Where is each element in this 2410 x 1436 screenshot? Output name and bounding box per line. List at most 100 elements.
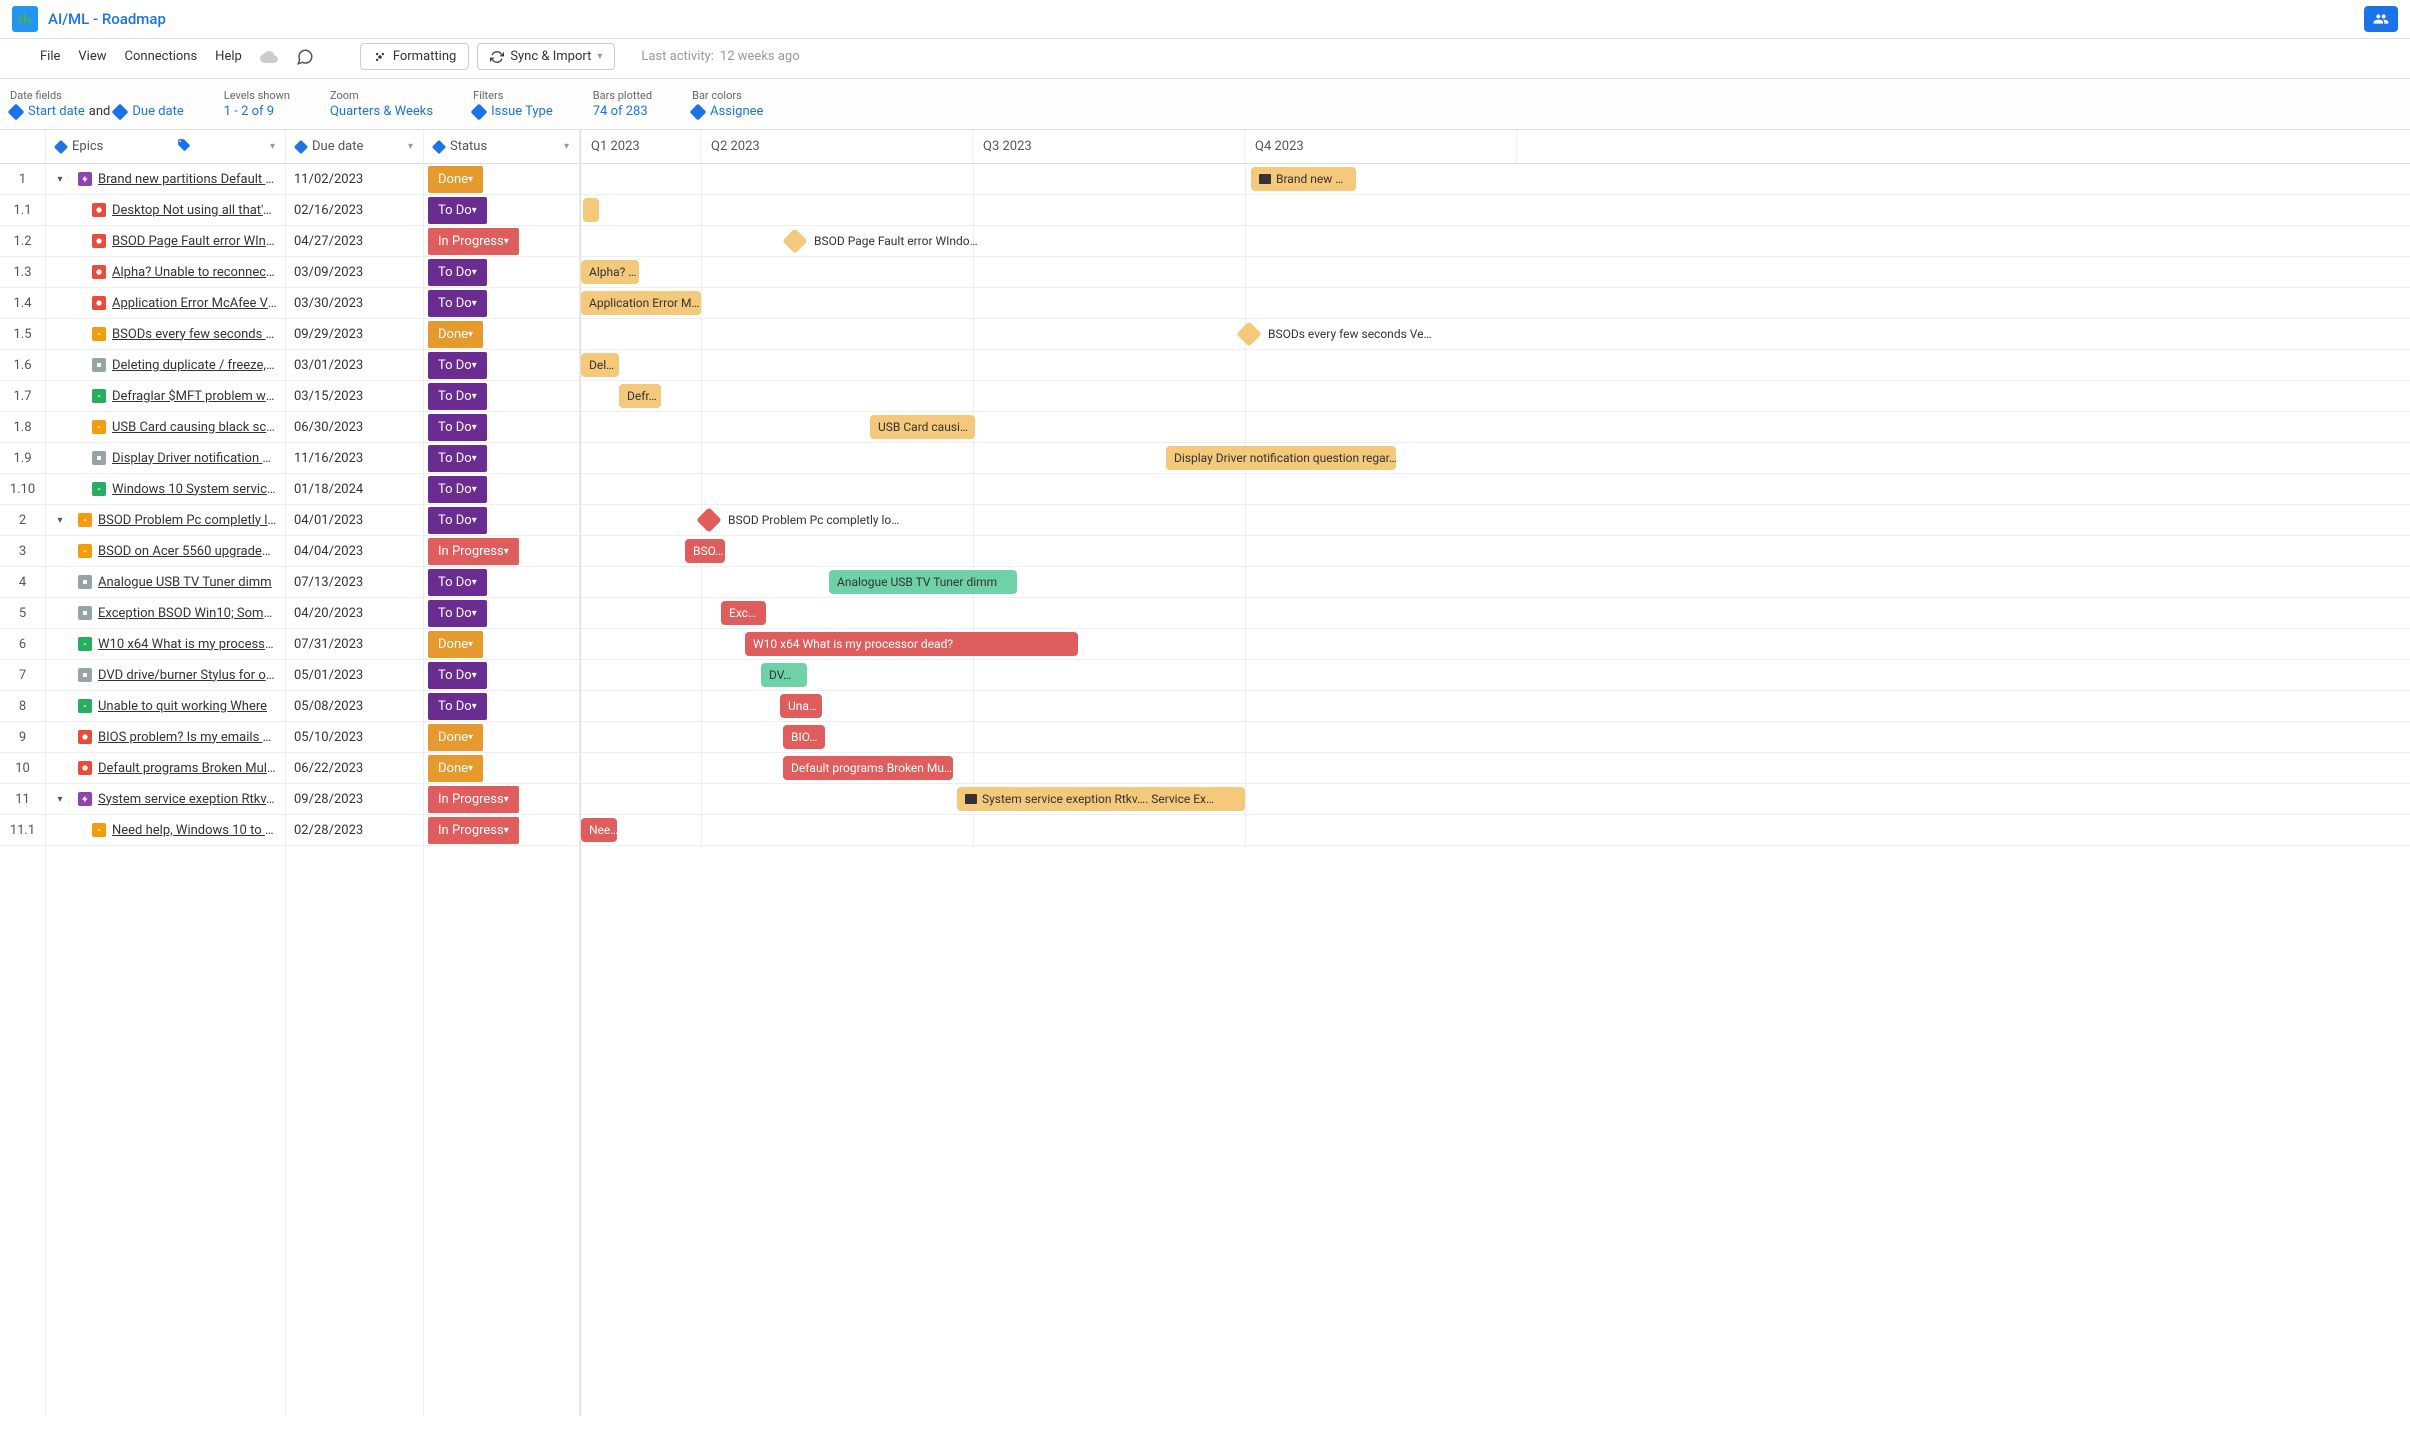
gantt-bar[interactable]: Nee… — [581, 818, 617, 842]
row-number[interactable]: 1.4 — [0, 288, 45, 319]
status-dropdown[interactable]: To Do▾ — [428, 662, 487, 689]
epic-link[interactable]: Need help, Windows 10 to clo… — [112, 823, 277, 838]
due-date-cell[interactable]: 03/30/2023 — [286, 288, 423, 319]
menu-file[interactable]: File — [40, 49, 60, 64]
menu-view[interactable]: View — [78, 49, 106, 64]
epic-link[interactable]: USB Card causing black screen — [112, 420, 277, 435]
status-column-header[interactable]: Status ▾ — [424, 130, 579, 164]
row-number[interactable]: 1.8 — [0, 412, 45, 443]
gantt-bar[interactable]: BSO… — [685, 539, 725, 563]
epic-link[interactable]: BIOS problem? Is my emails No … — [98, 730, 277, 745]
row-number[interactable]: 11 — [0, 784, 45, 815]
status-dropdown[interactable]: To Do▾ — [428, 600, 487, 627]
due-date-cell[interactable]: 03/09/2023 — [286, 257, 423, 288]
sync-import-button[interactable]: Sync & Import ▾ — [477, 43, 615, 70]
config-bars[interactable]: Bars plotted 74 of 283 — [593, 89, 652, 119]
due-date-cell[interactable]: 09/28/2023 — [286, 784, 423, 815]
row-number[interactable]: 9 — [0, 722, 45, 753]
gantt-bar[interactable]: Alpha? … — [581, 260, 639, 284]
formatting-button[interactable]: Formatting — [360, 43, 470, 70]
row-number[interactable]: 8 — [0, 691, 45, 722]
expand-toggle[interactable]: ▾ — [54, 174, 66, 185]
status-dropdown[interactable]: To Do▾ — [428, 569, 487, 596]
epic-link[interactable]: Display Driver notification qu… — [112, 451, 277, 466]
due-date-cell[interactable]: 06/30/2023 — [286, 412, 423, 443]
gantt-bar[interactable]: Defr… — [619, 384, 661, 408]
status-dropdown[interactable]: Done▾ — [428, 631, 483, 658]
due-date-cell[interactable]: 02/16/2023 — [286, 195, 423, 226]
epic-link[interactable]: BSODs every few seconds Ve… — [112, 327, 277, 342]
row-number[interactable]: 1.7 — [0, 381, 45, 412]
due-date-cell[interactable]: 07/13/2023 — [286, 567, 423, 598]
row-number[interactable]: 6 — [0, 629, 45, 660]
gantt-bar[interactable]: Display Driver notification question reg… — [1166, 446, 1396, 470]
gantt-bar[interactable]: Default programs Broken Mu… — [783, 756, 953, 780]
epic-link[interactable]: Desktop Not using all that's i… — [112, 203, 277, 218]
gantt-bar[interactable]: System service exeption Rtkv…. Service E… — [957, 787, 1245, 811]
status-dropdown[interactable]: To Do▾ — [428, 383, 487, 410]
config-zoom[interactable]: Zoom Quarters & Weeks — [330, 89, 433, 119]
config-levels[interactable]: Levels shown 1 - 2 of 9 — [224, 89, 290, 119]
due-date-cell[interactable]: 03/01/2023 — [286, 350, 423, 381]
due-date-cell[interactable]: 02/28/2023 — [286, 815, 423, 846]
due-date-column-header[interactable]: Due date ▾ — [286, 130, 423, 164]
gantt-milestone[interactable] — [1236, 321, 1261, 346]
epic-link[interactable]: Defraglar $MFT problem wit… — [112, 389, 277, 404]
expand-toggle[interactable]: ▾ — [54, 515, 66, 526]
status-dropdown[interactable]: Done▾ — [428, 724, 483, 751]
due-date-cell[interactable]: 09/29/2023 — [286, 319, 423, 350]
epic-link[interactable]: Default programs Broken Multib… — [98, 761, 277, 776]
status-dropdown[interactable]: In Progress▾ — [428, 228, 519, 255]
status-dropdown[interactable]: Done▾ — [428, 166, 483, 193]
status-dropdown[interactable]: In Progress▾ — [428, 538, 519, 565]
row-number[interactable]: 2 — [0, 505, 45, 536]
gantt-bar[interactable]: Application Error M… — [581, 291, 701, 315]
row-number[interactable]: 1.9 — [0, 443, 45, 474]
row-number[interactable]: 1.6 — [0, 350, 45, 381]
status-dropdown[interactable]: To Do▾ — [428, 414, 487, 441]
epic-link[interactable]: Unable to quit working Where — [98, 699, 267, 714]
gantt-bar[interactable]: Del… — [581, 353, 619, 377]
gantt-bar[interactable]: USB Card causi… — [870, 415, 975, 439]
gantt-bar[interactable]: DV… — [761, 663, 807, 687]
epic-link[interactable]: BSOD on Acer 5560 upgrades w… — [98, 544, 277, 559]
gantt-milestone[interactable] — [696, 507, 721, 532]
due-date-cell[interactable]: 04/04/2023 — [286, 536, 423, 567]
gantt-bar[interactable]: W10 x64 What is my processor dead? — [745, 632, 1078, 656]
row-number[interactable]: 11.1 — [0, 815, 45, 846]
epic-link[interactable]: Application Error McAfee VS… — [112, 296, 277, 311]
row-number[interactable]: 4 — [0, 567, 45, 598]
comment-icon[interactable] — [296, 48, 314, 66]
row-number[interactable]: 1.10 — [0, 474, 45, 505]
due-date-cell[interactable]: 07/31/2023 — [286, 629, 423, 660]
gantt-bar[interactable] — [583, 198, 599, 222]
due-date-cell[interactable]: 04/01/2023 — [286, 505, 423, 536]
expand-toggle[interactable]: ▾ — [54, 794, 66, 805]
epic-link[interactable]: DVD drive/burner Stylus for opti… — [98, 668, 277, 683]
status-dropdown[interactable]: Done▾ — [428, 321, 483, 348]
status-dropdown[interactable]: To Do▾ — [428, 507, 487, 534]
config-filters[interactable]: Filters Issue Type — [473, 89, 553, 119]
due-date-cell[interactable]: 11/02/2023 — [286, 164, 423, 195]
epic-link[interactable]: System service exeption Rtkv…. S… — [98, 792, 277, 807]
gantt-bar[interactable]: BIO… — [783, 725, 825, 749]
config-date-fields[interactable]: Date fields Start date and Due date — [10, 89, 184, 119]
due-date-cell[interactable]: 04/20/2023 — [286, 598, 423, 629]
cloud-icon[interactable] — [260, 48, 278, 66]
due-date-cell[interactable]: 05/01/2023 — [286, 660, 423, 691]
status-dropdown[interactable]: To Do▾ — [428, 259, 487, 286]
row-number[interactable]: 7 — [0, 660, 45, 691]
status-dropdown[interactable]: To Do▾ — [428, 197, 487, 224]
gantt-bar[interactable]: Exc… — [721, 601, 766, 625]
tag-icon[interactable] — [177, 138, 191, 156]
epic-link[interactable]: W10 x64 What is my processor … — [98, 637, 277, 652]
epic-link[interactable]: BSOD Problem Pc completly loc… — [98, 513, 277, 528]
status-dropdown[interactable]: To Do▾ — [428, 693, 487, 720]
epic-link[interactable]: Windows 10 System service e… — [112, 482, 277, 497]
epic-link[interactable]: BSOD Page Fault error WInd… — [112, 234, 277, 249]
row-number[interactable]: 1.2 — [0, 226, 45, 257]
due-date-cell[interactable]: 06/22/2023 — [286, 753, 423, 784]
epic-link[interactable]: Alpha? Unable to reconnect t… — [112, 265, 277, 280]
row-number[interactable]: 3 — [0, 536, 45, 567]
row-number[interactable]: 10 — [0, 753, 45, 784]
